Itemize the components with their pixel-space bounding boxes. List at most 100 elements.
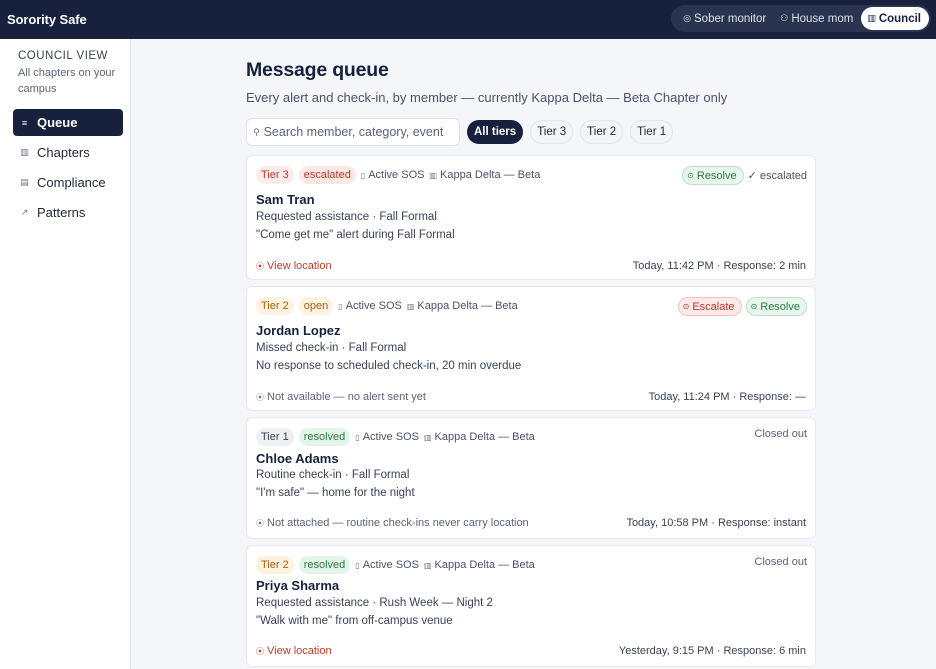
alert-type: ▯ Active SOS xyxy=(361,169,425,181)
building-icon: ▥ xyxy=(406,301,415,311)
role-label: House mom xyxy=(791,12,854,25)
alert-detail: No response to scheduled check-in, 20 mi… xyxy=(256,360,522,372)
document-icon: ▤ xyxy=(20,177,29,187)
sidebar-item-chapters[interactable]: ▥ Chapters xyxy=(13,139,123,166)
sidebar-nav: ≡ Queue ▥ Chapters ▤ Compliance ↗ Patter… xyxy=(0,109,130,226)
alert-type: ▯ Active SOS xyxy=(355,559,419,571)
filter-icon: ≡ xyxy=(21,117,28,128)
status-badge: resolved xyxy=(298,428,351,446)
resolve-label: Resolve xyxy=(696,169,737,182)
resolve-button[interactable]: ⊙ Resolve xyxy=(745,297,807,316)
resolve-button[interactable]: ⊙ Resolve xyxy=(682,166,744,185)
sidebar-item-compliance[interactable]: ▤ Compliance xyxy=(13,169,123,196)
alert-summary: Missed check-in · Fall Formal xyxy=(256,342,407,354)
card-actions: ⊙ Escalate ⊙ Resolve xyxy=(677,297,807,316)
queue-card[interactable]: Tier 2 resolved ▯ Active SOS ▥ Kappa Delta… xyxy=(246,545,816,667)
card-meta-row: Tier 1 resolved ▯ Active SOS ▥ Kappa Delta… xyxy=(256,428,535,446)
role-label: Sober monitor xyxy=(694,12,767,25)
phone-icon: ▯ xyxy=(355,560,360,570)
search-input[interactable] xyxy=(263,125,454,139)
location-pin-icon: ⦿ xyxy=(256,392,264,402)
timestamp: Yesterday, 9:15 PM · Response: 6 min xyxy=(618,645,806,657)
sidebar-item-label: Compliance xyxy=(37,175,106,190)
alert-summary: Requested assistance · Rush Week — Night… xyxy=(256,597,493,609)
location-label: Not available — no alert sent yet xyxy=(267,391,426,403)
sidebar-subheading: All chapters on your campus xyxy=(18,67,116,95)
chapter: ▥ Kappa Delta — Beta xyxy=(429,169,540,181)
card-actions: ⊙ Resolve ✓ escalated xyxy=(682,166,807,185)
chapter-label: Kappa Delta — Beta xyxy=(434,559,535,571)
location-label: View location xyxy=(267,260,332,272)
search-icon: ⚲ xyxy=(253,126,260,137)
escalated-note: ✓ escalated xyxy=(747,170,807,182)
location-pin-icon: ⦿ xyxy=(256,261,264,271)
tier-filter-all[interactable]: All tiers xyxy=(467,120,524,144)
page-title: Message queue xyxy=(246,59,389,81)
alert-type: ▯ Active SOS xyxy=(355,431,419,443)
tier-filter-2[interactable]: Tier 2 xyxy=(580,120,624,144)
building-icon: ▥ xyxy=(867,13,876,23)
alert-type-label: Active SOS xyxy=(368,169,425,181)
closed-out-note: Closed out xyxy=(754,428,807,440)
sidebar: COUNCIL VIEW All chapters on your campus… xyxy=(0,39,131,669)
page-subtitle: Every alert and check-in, by member — cu… xyxy=(246,90,728,105)
role-council-button[interactable]: ▥ Council xyxy=(861,7,929,30)
search-box: ⚲ xyxy=(246,118,460,146)
alert-summary: Requested assistance · Fall Formal xyxy=(256,211,437,223)
escalate-button[interactable]: ⊙ Escalate xyxy=(677,297,742,316)
sidebar-item-queue[interactable]: ≡ Queue xyxy=(13,109,123,136)
card-meta-row: Tier 2 resolved ▯ Active SOS ▥ Kappa Delta… xyxy=(256,556,535,574)
queue-card[interactable]: Tier 1 resolved ▯ Active SOS ▥ Kappa Delta… xyxy=(246,417,816,539)
filter-bar: ⚲ All tiers Tier 3 Tier 2 Tier 1 xyxy=(246,118,816,146)
card-meta-row: Tier 3 escalated ▯ Active SOS ▥ Kappa Delt… xyxy=(256,166,540,184)
sidebar-heading: COUNCIL VIEW xyxy=(18,50,108,62)
view-location-link[interactable]: ⦿ View location xyxy=(256,645,332,657)
card-meta-row: Tier 2 open ▯ Active SOS ▥ Kappa Delta — B… xyxy=(256,297,518,315)
alert-detail: "Come get me" alert during Fall Formal xyxy=(256,229,455,241)
view-location-link[interactable]: ⦿ View location xyxy=(256,260,332,272)
role-house-mom-button[interactable]: ⚇ House mom xyxy=(774,7,859,30)
queue-card[interactable]: Tier 2 open ▯ Active SOS ▥ Kappa Delta — B… xyxy=(246,286,816,411)
alert-summary: Routine check-in · Fall Formal xyxy=(256,469,410,481)
tier-badge: Tier 1 xyxy=(256,428,294,446)
top-bar: Sorority Safe ◎ Sober monitor ⚇ House mo… xyxy=(0,0,936,39)
alert-type-label: Active SOS xyxy=(345,300,402,312)
timestamp: Today, 10:58 PM · Response: instant xyxy=(626,517,806,529)
tier-filter-3[interactable]: Tier 3 xyxy=(530,120,574,144)
tier-filter-1[interactable]: Tier 1 xyxy=(630,120,674,144)
tier-badge: Tier 2 xyxy=(256,556,294,574)
sidebar-item-label: Queue xyxy=(37,115,78,130)
role-switcher: ◎ Sober monitor ⚇ House mom ▥ Council xyxy=(671,5,931,32)
alert-type-label: Active SOS xyxy=(362,559,419,571)
building-icon: ▥ xyxy=(423,560,432,570)
chapter-label: Kappa Delta — Beta xyxy=(434,431,535,443)
check-circle-icon: ⊙ xyxy=(750,302,758,311)
alert-detail: "Walk with me" from off-campus venue xyxy=(256,615,453,627)
app-brand: Sorority Safe xyxy=(7,12,87,27)
member-name: Sam Tran xyxy=(256,192,315,207)
timestamp: Today, 11:24 PM · Response: — xyxy=(648,391,806,403)
escalate-label: Escalate xyxy=(692,300,735,313)
chapter-label: Kappa Delta — Beta xyxy=(417,300,518,312)
location-label: View location xyxy=(267,645,332,657)
phone-icon: ▯ xyxy=(355,432,360,442)
building-icon: ▥ xyxy=(429,170,438,180)
role-sober-monitor-button[interactable]: ◎ Sober monitor xyxy=(677,7,772,30)
location-status: ⦿ Not available — no alert sent yet xyxy=(256,391,426,403)
sidebar-item-patterns[interactable]: ↗ Patterns xyxy=(13,199,123,226)
location-status: ⦿ Not attached — routine check-ins never… xyxy=(256,517,529,529)
queue-card[interactable]: Tier 3 escalated ▯ Active SOS ▥ Kappa Delt… xyxy=(246,155,816,280)
tier-badge: Tier 2 xyxy=(256,297,294,315)
main-content: Message queue Every alert and check-in, … xyxy=(246,39,816,146)
check-circle-icon: ⊙ xyxy=(687,171,694,180)
role-label: Council xyxy=(878,12,921,25)
trend-icon: ↗ xyxy=(20,207,29,217)
alert-detail: "I'm safe" — home for the night xyxy=(256,487,415,499)
location-label: Not attached — routine check-ins never c… xyxy=(267,517,529,529)
card-actions: Closed out xyxy=(754,428,807,440)
chapter: ▥ Kappa Delta — Beta xyxy=(407,300,518,312)
shield-icon: ◎ xyxy=(683,13,691,23)
status-badge: resolved xyxy=(298,556,351,574)
status-badge: escalated xyxy=(298,166,356,184)
closed-out-note: Closed out xyxy=(754,556,807,568)
